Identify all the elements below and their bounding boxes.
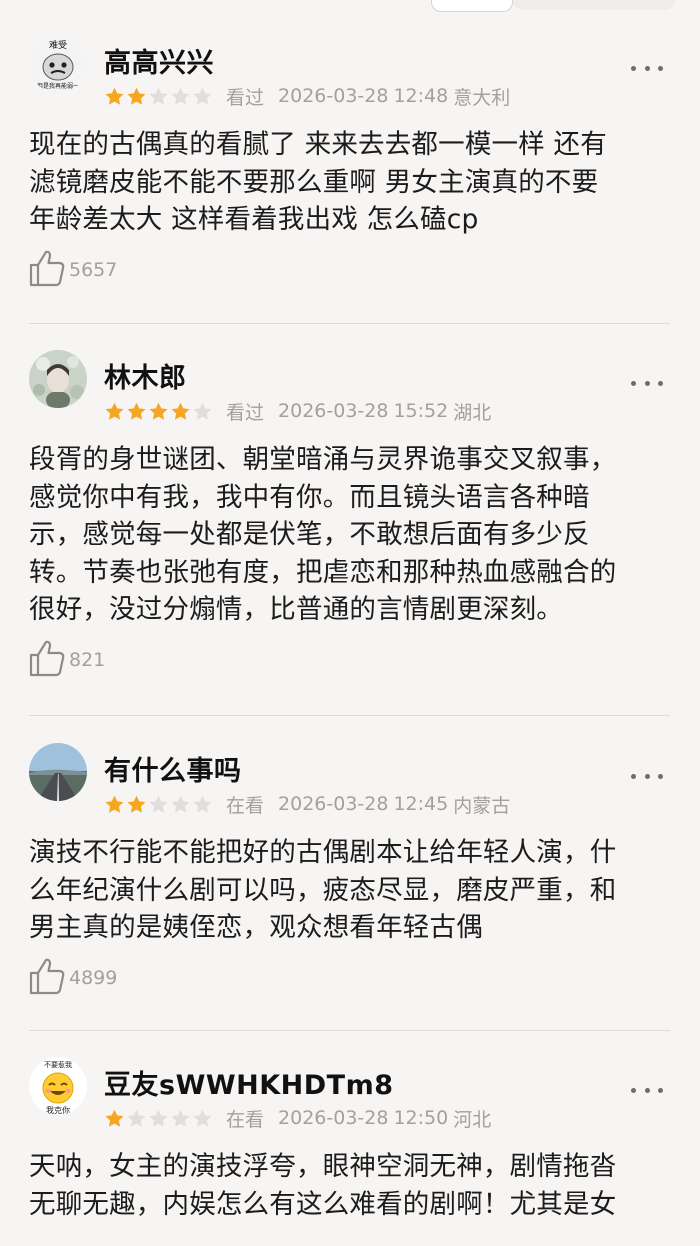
rating-stars	[104, 794, 214, 815]
username[interactable]: 豆友sWWHKHDTm8	[104, 1063, 394, 1102]
review-text: 段胥的身世谜团、朝堂暗涌与灵界诡事交叉叙事， 感觉你中有我，我中有你。而且镜头语言…	[29, 441, 674, 629]
star-empty-icon	[192, 794, 213, 815]
thumbs-up-icon	[29, 249, 65, 291]
review-text: 现在的古偶真的看腻了 来来去去都一模一样 还有 滤镜磨皮能不能不要那么重啊 男女主…	[29, 126, 674, 239]
review-text: 天呐，女主的演技浮夸，眼神空洞无神，剧情拖沓 无聊无趣，内娱怎么有这么难看的剧啊！…	[29, 1148, 674, 1223]
rating-stars	[104, 86, 214, 107]
star-empty-icon	[170, 1108, 191, 1129]
review-date: 2026-03-28	[278, 85, 389, 107]
star-empty-icon	[148, 794, 169, 815]
username[interactable]: 林木郎	[104, 356, 187, 395]
star-empty-icon	[170, 86, 191, 107]
star-empty-icon	[170, 794, 191, 815]
review-time: 12:50	[393, 1107, 449, 1129]
review-text-line: 示，感觉每一处都是伏笔，不敢想后面有多少反	[29, 519, 590, 550]
review-text-line: 段胥的身世谜团、朝堂暗涌与灵界诡事交叉叙事，	[29, 444, 617, 475]
watch-status: 看过	[226, 86, 265, 109]
review-divider	[29, 715, 670, 716]
star-filled-icon	[126, 401, 147, 422]
star-filled-icon	[170, 401, 191, 422]
smiley-emoji-avatar-icon[interactable]: 不要惹我 我克你	[29, 1057, 87, 1115]
star-empty-icon	[192, 401, 213, 422]
watch-status: 在看	[226, 794, 265, 817]
review-meta: 在看 2026-03-28 12:45 内蒙古	[104, 791, 510, 817]
svg-text:不要惹我: 不要惹我	[44, 1060, 72, 1069]
review-text-line: 无聊无趣，内娱怎么有这么难看的剧啊！尤其是女	[29, 1188, 617, 1220]
thumbs-up-icon	[29, 639, 65, 681]
review-divider	[29, 1030, 670, 1031]
rating-stars	[104, 1108, 214, 1129]
portrait-avatar-icon[interactable]	[29, 350, 87, 408]
star-empty-icon	[148, 86, 169, 107]
review-text-line: 演技不行能不能把好的古偶剧本让给年轻人演，什	[29, 837, 617, 868]
review-date: 2026-03-28	[278, 1107, 389, 1129]
like-count: 821	[69, 648, 106, 671]
star-filled-icon	[104, 86, 125, 107]
review-date: 2026-03-28	[278, 400, 389, 422]
rating-stars	[104, 401, 214, 422]
star-filled-icon	[148, 401, 169, 422]
segment-tab-right[interactable]	[513, 0, 675, 10]
more-options-icon[interactable]	[631, 1084, 663, 1096]
star-empty-icon	[148, 1108, 169, 1129]
road-landscape-avatar-icon[interactable]	[29, 743, 87, 801]
like-button[interactable]: 5657	[29, 249, 118, 291]
star-empty-icon	[192, 86, 213, 107]
svg-text:难受: 难受	[49, 39, 67, 51]
review-time: 15:52	[393, 400, 449, 422]
like-count: 5657	[69, 258, 118, 281]
review-location: 湖北	[453, 401, 492, 424]
more-options-icon[interactable]	[631, 62, 663, 74]
review-location: 意大利	[453, 86, 511, 109]
review-meta: 看过 2026-03-28 12:48 意大利	[104, 83, 510, 109]
star-filled-icon	[104, 794, 125, 815]
more-options-icon[interactable]	[631, 377, 663, 389]
review-meta: 看过 2026-03-28 15:52 湖北	[104, 398, 491, 424]
star-empty-icon	[192, 1108, 213, 1129]
review-time: 12:45	[393, 793, 449, 815]
review-text-line: 么年纪演什么剧可以吗，疲态尽显，磨皮严重，和	[29, 874, 617, 906]
review-date: 2026-03-28	[278, 793, 389, 815]
username[interactable]: 高高兴兴	[104, 41, 214, 80]
review-text-line: 感觉你中有我，我中有你。而且镜头语言各种暗	[29, 481, 590, 513]
review-text-line: 天呐，女主的演技浮夸，眼神空洞无神，剧情拖沓	[29, 1151, 617, 1182]
star-filled-icon	[126, 794, 147, 815]
watch-status: 看过	[226, 401, 265, 424]
review-time: 12:48	[393, 85, 449, 107]
review-text-line: 男主真的是姨侄恋，观众想看年轻古偶	[29, 912, 483, 943]
review-text-line: 年龄差太大 这样看着我出戏 怎么磕cp	[29, 204, 479, 235]
star-empty-icon	[126, 1108, 147, 1129]
svg-text:我克你: 我克你	[46, 1105, 70, 1115]
review-text-line: 现在的古偶真的看腻了 来来去去都一模一样 还有	[29, 129, 607, 160]
star-filled-icon	[104, 1108, 125, 1129]
review-location: 内蒙古	[453, 794, 511, 817]
review-text-line: 很好，没过分煽情，比普通的言情剧更深刻。	[29, 594, 563, 625]
like-button[interactable]: 821	[29, 639, 106, 681]
segment-tab-left[interactable]	[431, 0, 513, 12]
review-meta: 在看 2026-03-28 12:50 河北	[104, 1105, 491, 1131]
review-text: 演技不行能不能把好的古偶剧本让给年轻人演，什 么年纪演什么剧可以吗，疲态尽显，磨皮…	[29, 834, 674, 947]
watch-status: 在看	[226, 1108, 265, 1131]
svg-text:但是我再能弱一: 但是我再能弱一	[37, 82, 79, 90]
username[interactable]: 有什么事吗	[104, 749, 242, 788]
more-options-icon[interactable]	[631, 770, 663, 782]
star-filled-icon	[104, 401, 125, 422]
like-count: 4899	[69, 966, 118, 989]
thumbs-up-icon	[29, 957, 65, 999]
star-filled-icon	[126, 86, 147, 107]
review-location: 河北	[453, 1108, 492, 1131]
review-text-line: 滤镜磨皮能不能不要那么重啊 男女主演真的不要	[29, 166, 599, 198]
review-text-line: 转。节奏也张弛有度，把虐恋和那种热血感融合的	[29, 556, 617, 588]
review-divider	[29, 323, 670, 324]
like-button[interactable]: 4899	[29, 957, 118, 999]
top-segmented-control	[0, 0, 700, 30]
meme-avatar-icon[interactable]: 难受 但是我再能弱一	[29, 35, 87, 93]
